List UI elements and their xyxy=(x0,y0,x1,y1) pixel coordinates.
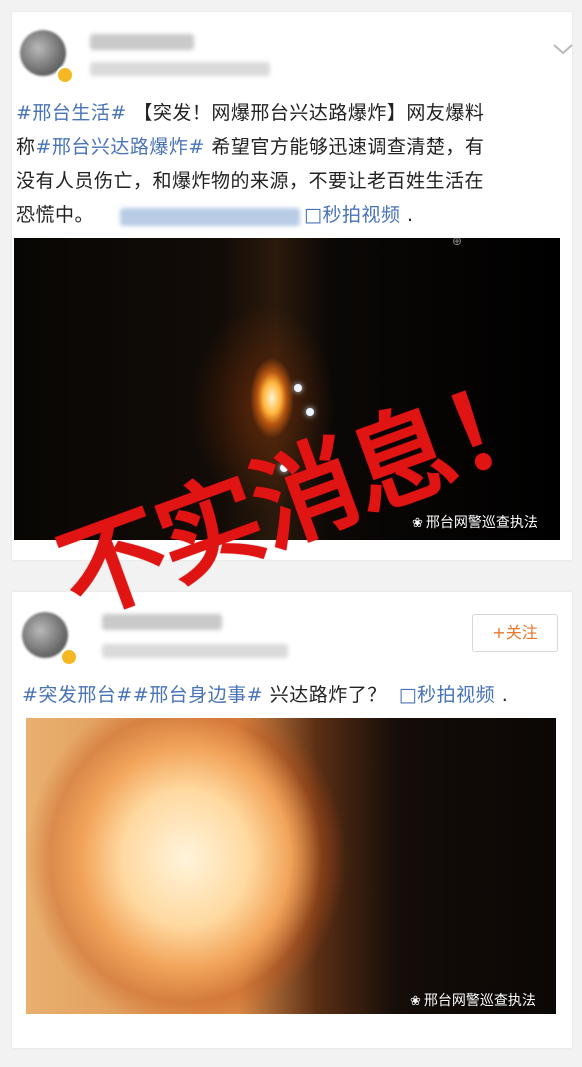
post-text: 【突发！网爆邢台兴达路爆炸】网友爆料 xyxy=(126,102,485,124)
video-thumbnail[interactable]: ❀ 邢台网警巡查执法 xyxy=(26,718,556,1014)
hashtag-link[interactable]: #邢台生活# xyxy=(16,102,127,124)
watermark-text: 邢台网警巡查执法 xyxy=(423,993,536,1009)
link-blurred[interactable] xyxy=(120,208,300,226)
chevron-down-icon[interactable] xyxy=(552,42,574,56)
post-meta-blurred xyxy=(90,62,270,76)
watermark-text: 邢台网警巡查执法 xyxy=(425,515,538,531)
video-link[interactable]: □秒拍视频 xyxy=(399,684,495,706)
light-point xyxy=(294,384,302,392)
post-text: 兴达路炸了？ xyxy=(263,684,387,706)
watermark: ❀ 邢台网警巡查执法 xyxy=(412,512,538,532)
post-text-line-2: 称#邢台兴达路爆炸# 希望官方能够迅速调查清楚，有 xyxy=(16,132,568,163)
hashtag-link[interactable]: #邢台身边事# xyxy=(133,684,263,706)
video-link[interactable]: □秒拍视频 xyxy=(304,204,400,226)
wechat-logo-icon: ❀ xyxy=(410,994,421,1009)
video-top-mark: ⊕ xyxy=(452,238,463,248)
post-card-2: +关注 #突发邢台##邢台身边事# 兴达路炸了？ □秒拍视频 . ❀ 邢台网警巡查执… xyxy=(12,592,572,1048)
trailing-dot: . xyxy=(495,684,509,706)
verified-badge-icon xyxy=(56,66,74,84)
post-text-line-1: #邢台生活# 【突发！网爆邢台兴达路爆炸】网友爆料 xyxy=(16,98,568,129)
follow-button[interactable]: +关注 xyxy=(472,614,558,652)
verified-badge-icon xyxy=(60,648,78,666)
post-text-line-3: 没有人员伤亡，和爆炸物的来源，不要让老百姓生活在 xyxy=(16,170,485,192)
watermark: ❀ 邢台网警巡查执法 xyxy=(410,990,536,1010)
hashtag-link[interactable]: #突发邢台# xyxy=(22,684,133,706)
username-blurred[interactable] xyxy=(90,34,194,50)
post-text-line-1: #突发邢台##邢台身边事# 兴达路炸了？ □秒拍视频 . xyxy=(22,680,566,711)
post-text: 恐慌中。 xyxy=(16,204,95,226)
post-text: 希望官方能够迅速调查清楚，有 xyxy=(204,136,485,158)
light-point xyxy=(306,408,314,416)
video-link-row: □秒拍视频 . xyxy=(304,200,464,231)
post-text: 称 xyxy=(16,136,36,158)
trailing-dot: . xyxy=(400,204,414,226)
hashtag-link[interactable]: #邢台兴达路爆炸# xyxy=(36,136,205,158)
post-meta-blurred xyxy=(102,644,288,658)
